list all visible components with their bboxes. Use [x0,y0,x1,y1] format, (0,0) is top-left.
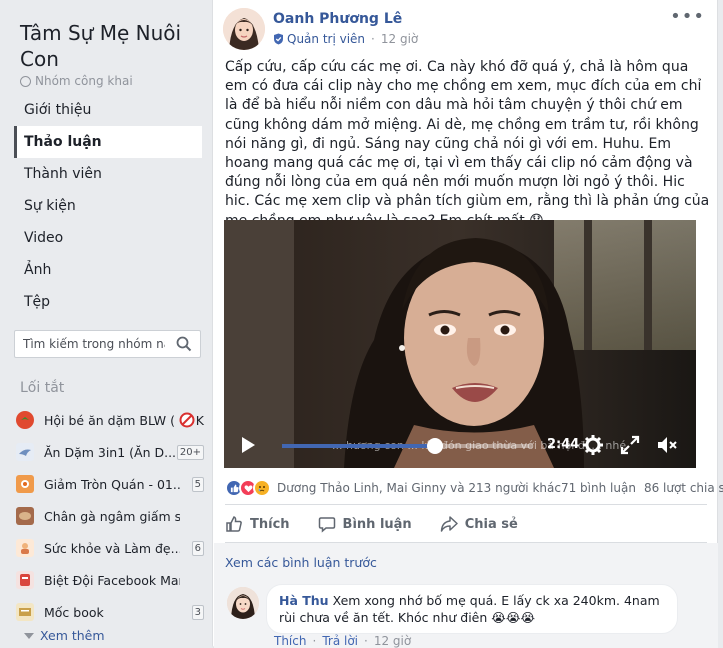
comment-actions: Thích · Trả lời · 12 giờ [274,634,411,648]
nav-item-files[interactable]: Tệp [14,286,202,318]
like-button[interactable]: Thích [225,506,290,542]
post-meta: Quản trị viên · 12 giờ [273,32,418,46]
video-time: 2:44 [547,437,580,452]
notification-count-badge: 20+ [176,444,204,460]
shortcut-item[interactable]: Giảm Tròn Quán - 01... 5 [16,468,204,500]
post-video[interactable]: ... hương con ... lúc đón giao thừa với … [224,220,696,468]
group-search-input[interactable] [15,331,165,357]
post-text: Cấp cứu, cấp cứu các mẹ ơi. Ca này khó đ… [225,59,710,229]
nav-item-photos[interactable]: Ảnh [14,254,202,286]
video-controls: ... hương con ... lúc đón giao thừa với … [224,422,696,468]
comment-reply-link[interactable]: Trả lời [322,634,358,648]
nav-item-events[interactable]: Sự kiện [14,190,202,222]
notification-count-badge: 5 [191,476,204,492]
shortcut-item[interactable]: Mốc book 3 [16,596,204,628]
shortcut-label: Mốc book [44,604,104,620]
chevron-down-icon [24,632,34,639]
more-options-icon[interactable]: ••• [670,8,705,26]
shortcut-label: Giảm Tròn Quán - 01... [44,476,180,492]
post-author-name[interactable]: Oanh Phương Lê [273,11,402,27]
bird-icon [16,443,34,461]
shortcut-label: Ăn Dặm 3in1 (Ăn D... [44,444,177,460]
reaction-icons[interactable] [225,479,271,497]
see-more-link[interactable]: Xem thêm [24,628,105,643]
comment-text: Xem xong nhớ bố mẹ quá. E lấy ck xa 240k… [279,593,660,625]
author-avatar[interactable] [223,8,265,50]
divider [225,504,707,505]
sad-reaction-icon [253,479,271,497]
share-button[interactable]: Chia sẻ [440,506,518,542]
left-sidebar: Tâm Sự Mẹ Nuôi Con Nhóm công khai Giới t… [0,0,212,648]
shortcut-label: Sức khỏe và Làm đẹ... [44,540,180,556]
globe-icon [20,75,31,87]
group-title[interactable]: Tâm Sự Mẹ Nuôi Con [20,20,205,72]
video-scrubber-handle[interactable] [426,438,443,454]
reactions-bar: Dương Thảo Linh, Mai Ginny và 213 người … [225,478,723,498]
share-count[interactable]: 86 lượt chia sẻ [644,481,723,495]
separator: · [364,634,368,648]
prohibited-icon [179,412,195,428]
comment-button[interactable]: Bình luận [318,506,412,542]
tomato-icon [16,411,34,429]
shortcut-label: Hội bé ăn dặm BLW ( [44,412,175,428]
comments-section: Xem các bình luận trước Hà Thu Xem xong n… [214,543,718,648]
group-privacy-label: Nhóm công khai [35,74,133,88]
group-privacy: Nhóm công khai [20,74,133,88]
admin-shield-icon [274,33,283,45]
separator: · [312,634,317,648]
post-actions: Thích Bình luận Chia sẻ [225,506,707,542]
health-icon [16,539,34,557]
shortcut-overflow: K [195,412,204,428]
reaction-names[interactable]: Dương Thảo Linh, Mai Ginny và 213 người … [277,481,561,495]
view-previous-comments-link[interactable]: Xem các bình luận trước [225,555,377,570]
shortcut-label: Chân gà ngâm giấm sả ... [44,508,180,524]
nav-item-videos[interactable]: Video [14,222,202,254]
book-icon [16,603,34,621]
comment-timestamp[interactable]: 12 giờ [374,634,411,648]
settings-gear-icon[interactable] [582,434,604,456]
shortcut-item[interactable]: Ăn Dặm 3in1 (Ăn D... 20+ [16,436,204,468]
comment-bubble-icon [318,517,335,533]
notification-count-badge: 3 [191,604,204,620]
meta-separator: · [371,32,375,46]
shortcut-label: Biệt Đội Facebook Mark... [44,572,180,588]
notification-count-badge: 6 [191,540,204,556]
comment-like-link[interactable]: Thích [274,634,306,648]
video-progress-fill [282,444,435,448]
post-author-role[interactable]: Quản trị viên [287,32,365,46]
shortcut-item[interactable]: Sức khỏe và Làm đẹ... 6 [16,532,204,564]
share-label: Chia sẻ [464,516,518,532]
comment-bubble: Hà Thu Xem xong nhớ bố mẹ quá. E lấy ck x… [266,584,678,634]
mute-icon[interactable] [656,434,678,456]
shop-icon [16,475,34,493]
like-label: Thích [250,516,290,532]
nav-item-members[interactable]: Thành viên [14,158,202,190]
shortcut-item[interactable]: Biệt Đội Facebook Mark... [16,564,204,596]
video-progress-bar[interactable] [282,438,532,454]
nav-item-discussion[interactable]: Thảo luận [14,126,202,158]
shortcut-item[interactable]: Chân gà ngâm giấm sả ... [16,500,204,532]
see-more-label: Xem thêm [40,628,105,643]
engagement-counts: 71 bình luận 86 lượt chia sẻ [561,481,723,495]
search-icon[interactable] [176,336,192,352]
shortcuts-title: Lối tắt [20,380,65,396]
shortcuts-list: Hội bé ăn dặm BLW ( K Ăn Dặm 3in1 (Ăn D.… [16,404,204,628]
team-icon [16,571,34,589]
fullscreen-icon[interactable] [619,434,641,456]
comment-label: Bình luận [342,516,412,532]
nav-item-about[interactable]: Giới thiệu [14,94,202,126]
food-icon [16,507,34,525]
comment-count[interactable]: 71 bình luận [561,481,636,495]
share-arrow-icon [440,516,458,532]
play-icon[interactable] [242,437,255,453]
commenter-avatar[interactable] [227,587,259,619]
group-search [14,330,201,358]
comment-author[interactable]: Hà Thu [279,593,329,608]
post-timestamp[interactable]: 12 giờ [381,32,418,46]
thumbs-up-icon [226,516,242,532]
group-nav: Giới thiệu Thảo luận Thành viên Sự kiện … [14,94,202,318]
shortcut-item[interactable]: Hội bé ăn dặm BLW ( K [16,404,204,436]
feed-post: Oanh Phương Lê Quản trị viên · 12 giờ ••… [212,0,723,648]
